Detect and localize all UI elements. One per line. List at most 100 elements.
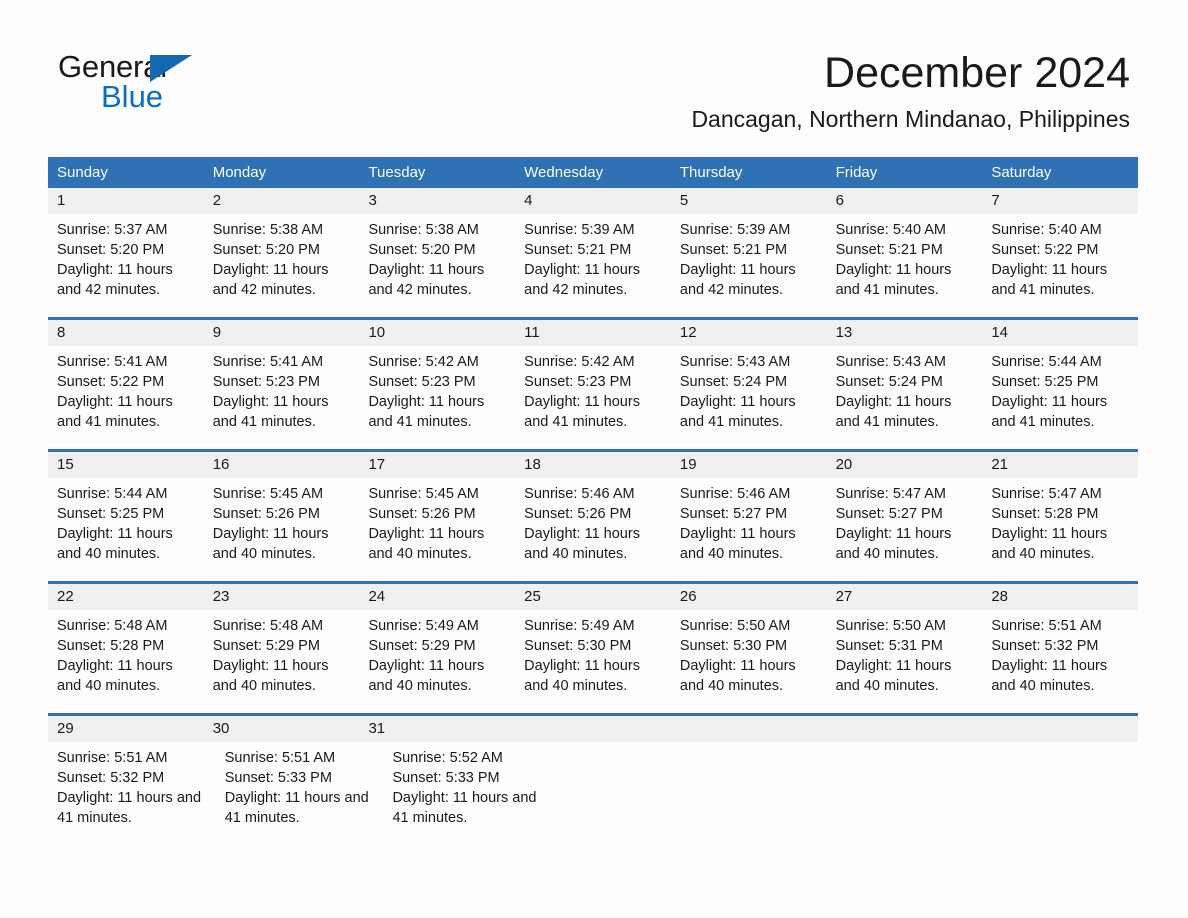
day-number[interactable]: 8 bbox=[48, 320, 204, 346]
sunset-text: Sunset: 5:24 PM bbox=[835, 374, 943, 390]
day-cell[interactable]: Sunrise: 5:48 AM Sunset: 5:29 PM Daylight:… bbox=[204, 610, 360, 706]
day-number[interactable]: 24 bbox=[359, 584, 515, 610]
day-cell[interactable]: Sunrise: 5:49 AM Sunset: 5:29 PM Daylight:… bbox=[359, 610, 515, 706]
day-number[interactable]: 29 bbox=[48, 716, 204, 742]
day-number[interactable]: 2 bbox=[204, 188, 360, 214]
day-number[interactable]: 22 bbox=[48, 584, 204, 610]
sunset-text: Sunset: 5:20 PM bbox=[57, 242, 165, 258]
day-cell[interactable]: Sunrise: 5:47 AM Sunset: 5:27 PM Daylight:… bbox=[827, 478, 983, 574]
sunrise-text: Sunrise: 5:41 AM bbox=[57, 354, 168, 370]
general-blue-logo[interactable]: General Blue bbox=[58, 50, 208, 114]
daylight-text: Daylight: 11 hours and 42 minutes. bbox=[212, 262, 329, 298]
sunset-text: Sunset: 5:22 PM bbox=[991, 242, 1099, 258]
day-cell[interactable]: Sunrise: 5:37 AM Sunset: 5:20 PM Daylight:… bbox=[48, 214, 204, 310]
day-cell[interactable]: Sunrise: 5:41 AM Sunset: 5:22 PM Daylight:… bbox=[48, 346, 204, 442]
sunset-text: Sunset: 5:29 PM bbox=[368, 638, 476, 654]
day-cell[interactable]: Sunrise: 5:44 AM Sunset: 5:25 PM Daylight:… bbox=[48, 478, 204, 574]
day-cell[interactable]: Sunrise: 5:49 AM Sunset: 5:30 PM Daylight:… bbox=[515, 610, 671, 706]
day-cell[interactable]: Sunrise: 5:46 AM Sunset: 5:27 PM Daylight:… bbox=[671, 478, 827, 574]
title-block: December 2024 Dancagan, Northern Mindana… bbox=[691, 48, 1130, 134]
day-number[interactable]: 23 bbox=[204, 584, 360, 610]
day-number[interactable]: 21 bbox=[982, 452, 1138, 478]
day-number[interactable]: 4 bbox=[515, 188, 671, 214]
day-detail-band: Sunrise: 5:51 AM Sunset: 5:32 PM Daylight:… bbox=[48, 742, 1138, 838]
day-number[interactable]: 16 bbox=[204, 452, 360, 478]
day-number[interactable]: 7 bbox=[982, 188, 1138, 214]
sunrise-text: Sunrise: 5:49 AM bbox=[368, 618, 479, 634]
day-cell-empty bbox=[698, 742, 845, 838]
day-number[interactable]: 26 bbox=[671, 584, 827, 610]
calendar-week-row: 8 9 10 11 12 13 14 Sunrise: 5:41 AM Sunset: 5:22… bbox=[48, 317, 1138, 442]
day-number-band: 29 30 31 bbox=[48, 716, 1138, 742]
calendar-week-row: 15 16 17 18 19 20 21 Sunrise: 5:44 AM Sunset: 5:… bbox=[48, 449, 1138, 574]
day-number[interactable]: 9 bbox=[204, 320, 360, 346]
daylight-text: Daylight: 11 hours and 40 minutes. bbox=[991, 658, 1108, 694]
sunset-text: Sunset: 5:23 PM bbox=[524, 374, 632, 390]
day-cell[interactable]: Sunrise: 5:52 AM Sunset: 5:33 PM Daylight:… bbox=[383, 742, 551, 838]
day-number[interactable]: 18 bbox=[515, 452, 671, 478]
sunrise-text: Sunrise: 5:40 AM bbox=[835, 222, 947, 238]
day-number[interactable]: 31 bbox=[359, 716, 515, 742]
day-number[interactable]: 17 bbox=[359, 452, 515, 478]
day-cell[interactable]: Sunrise: 5:51 AM Sunset: 5:32 PM Daylight:… bbox=[982, 610, 1138, 706]
weekday-header-monday: Monday bbox=[212, 164, 267, 181]
sunset-text: Sunset: 5:24 PM bbox=[679, 374, 788, 390]
day-cell[interactable]: Sunrise: 5:48 AM Sunset: 5:28 PM Daylight:… bbox=[48, 610, 204, 706]
day-number[interactable]: 3 bbox=[359, 188, 515, 214]
day-cell[interactable]: Sunrise: 5:47 AM Sunset: 5:28 PM Daylight:… bbox=[982, 478, 1138, 574]
day-number[interactable]: 19 bbox=[671, 452, 827, 478]
day-cell[interactable]: Sunrise: 5:51 AM Sunset: 5:32 PM Daylight:… bbox=[48, 742, 216, 838]
day-number[interactable]: 11 bbox=[515, 320, 671, 346]
day-cell[interactable]: Sunrise: 5:39 AM Sunset: 5:21 PM Daylight:… bbox=[671, 214, 827, 310]
day-cell[interactable]: Sunrise: 5:51 AM Sunset: 5:33 PM Daylight:… bbox=[216, 742, 384, 838]
day-cell[interactable]: Sunrise: 5:38 AM Sunset: 5:20 PM Daylight:… bbox=[359, 214, 515, 310]
day-number[interactable]: 27 bbox=[827, 584, 983, 610]
day-number-empty bbox=[671, 716, 827, 742]
day-cell[interactable]: Sunrise: 5:43 AM Sunset: 5:24 PM Daylight:… bbox=[827, 346, 983, 442]
day-number[interactable]: 5 bbox=[671, 188, 827, 214]
day-cell[interactable]: Sunrise: 5:42 AM Sunset: 5:23 PM Daylight:… bbox=[359, 346, 515, 442]
sunrise-text: Sunrise: 5:44 AM bbox=[57, 486, 168, 502]
day-number[interactable]: 14 bbox=[982, 320, 1138, 346]
sunset-text: Sunset: 5:27 PM bbox=[835, 506, 943, 522]
daylight-text: Daylight: 11 hours and 41 minutes. bbox=[524, 394, 640, 430]
daylight-text: Daylight: 11 hours and 40 minutes. bbox=[991, 526, 1108, 562]
day-number[interactable]: 20 bbox=[827, 452, 983, 478]
day-number[interactable]: 13 bbox=[827, 320, 983, 346]
sunset-text: Sunset: 5:32 PM bbox=[991, 638, 1099, 654]
day-cell[interactable]: Sunrise: 5:38 AM Sunset: 5:20 PM Daylight:… bbox=[204, 214, 360, 310]
day-cell[interactable]: Sunrise: 5:46 AM Sunset: 5:26 PM Daylight:… bbox=[515, 478, 671, 574]
day-number[interactable]: 1 bbox=[48, 188, 204, 214]
calendar-week-row: 1 2 3 4 5 6 7 Sunrise: 5:37 AM Sunset: 5:20 PM Da… bbox=[48, 188, 1138, 310]
location-subtitle: Dancagan, Northern Mindanao, Philippines bbox=[691, 106, 1130, 132]
daylight-text: Daylight: 11 hours and 41 minutes. bbox=[835, 394, 952, 430]
day-cell[interactable]: Sunrise: 5:45 AM Sunset: 5:26 PM Daylight:… bbox=[204, 478, 360, 574]
day-cell[interactable]: Sunrise: 5:40 AM Sunset: 5:21 PM Daylight:… bbox=[827, 214, 983, 310]
daylight-text: Daylight: 11 hours and 41 minutes. bbox=[392, 790, 537, 826]
sunset-text: Sunset: 5:29 PM bbox=[212, 638, 320, 654]
day-cell[interactable]: Sunrise: 5:50 AM Sunset: 5:31 PM Daylight:… bbox=[827, 610, 983, 706]
triangle-icon bbox=[150, 55, 192, 82]
daylight-text: Daylight: 11 hours and 41 minutes. bbox=[835, 262, 952, 298]
daylight-text: Daylight: 11 hours and 40 minutes. bbox=[679, 526, 796, 562]
day-number[interactable]: 15 bbox=[48, 452, 204, 478]
sunset-text: Sunset: 5:33 PM bbox=[224, 770, 332, 786]
daylight-text: Daylight: 11 hours and 42 minutes. bbox=[368, 262, 485, 298]
day-number[interactable]: 30 bbox=[204, 716, 360, 742]
day-cell[interactable]: Sunrise: 5:50 AM Sunset: 5:30 PM Daylight:… bbox=[671, 610, 827, 706]
day-number[interactable]: 10 bbox=[359, 320, 515, 346]
daylight-text: Daylight: 11 hours and 42 minutes. bbox=[524, 262, 640, 298]
day-cell[interactable]: Sunrise: 5:39 AM Sunset: 5:21 PM Daylight:… bbox=[515, 214, 671, 310]
day-cell[interactable]: Sunrise: 5:41 AM Sunset: 5:23 PM Daylight:… bbox=[204, 346, 360, 442]
day-number[interactable]: 12 bbox=[671, 320, 827, 346]
day-number[interactable]: 28 bbox=[982, 584, 1138, 610]
day-cell[interactable]: Sunrise: 5:44 AM Sunset: 5:25 PM Daylight:… bbox=[982, 346, 1138, 442]
day-cell[interactable]: Sunrise: 5:45 AM Sunset: 5:26 PM Daylight:… bbox=[359, 478, 515, 574]
day-number[interactable]: 25 bbox=[515, 584, 671, 610]
day-cell[interactable]: Sunrise: 5:42 AM Sunset: 5:23 PM Daylight:… bbox=[515, 346, 671, 442]
sunrise-text: Sunrise: 5:48 AM bbox=[212, 618, 324, 634]
daylight-text: Daylight: 11 hours and 41 minutes. bbox=[679, 394, 796, 430]
day-cell[interactable]: Sunrise: 5:43 AM Sunset: 5:24 PM Daylight:… bbox=[671, 346, 827, 442]
day-cell[interactable]: Sunrise: 5:40 AM Sunset: 5:22 PM Daylight:… bbox=[982, 214, 1138, 310]
day-number[interactable]: 6 bbox=[827, 188, 983, 214]
